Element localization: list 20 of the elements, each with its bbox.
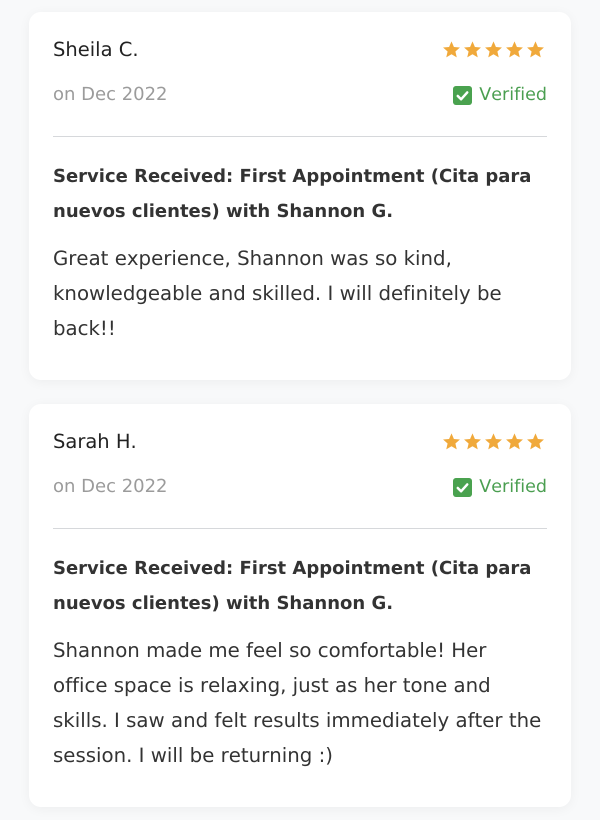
verified-label: Verified bbox=[479, 476, 547, 499]
star-icon bbox=[505, 41, 524, 59]
review-date: on Dec 2022 bbox=[53, 83, 168, 107]
service-received-text: Service Received: First Appointment (Cita para nuevos clientes) with Shannon G. bbox=[53, 557, 532, 616]
star-icon bbox=[526, 433, 545, 451]
star-icon bbox=[463, 41, 482, 59]
review-text: Great experience, Shannon was so kind, knowledgeable and skilled. I will definitely be back!! bbox=[53, 246, 503, 342]
star-icon bbox=[484, 433, 503, 451]
service-received-text: Service Received: First Appointment (Cita para nuevos clientes) with Shannon G. bbox=[53, 165, 532, 224]
review-text: Shannon made me feel so comfortable! Her office space is relaxing, just as her tone and skills. I saw and felt results immediately after the session. I will be returning :) bbox=[53, 638, 542, 769]
star-icon bbox=[442, 41, 461, 59]
star-icon bbox=[484, 41, 503, 59]
reviewer-name: Sheila C. bbox=[53, 38, 139, 62]
reviewer-name: Sarah H. bbox=[53, 430, 137, 454]
review-date: on Dec 2022 bbox=[53, 475, 168, 499]
verified-label: Verified bbox=[479, 84, 547, 107]
star-icon bbox=[463, 433, 482, 451]
star-icon bbox=[505, 433, 524, 451]
star-icon bbox=[442, 433, 461, 451]
star-icon bbox=[526, 41, 545, 59]
